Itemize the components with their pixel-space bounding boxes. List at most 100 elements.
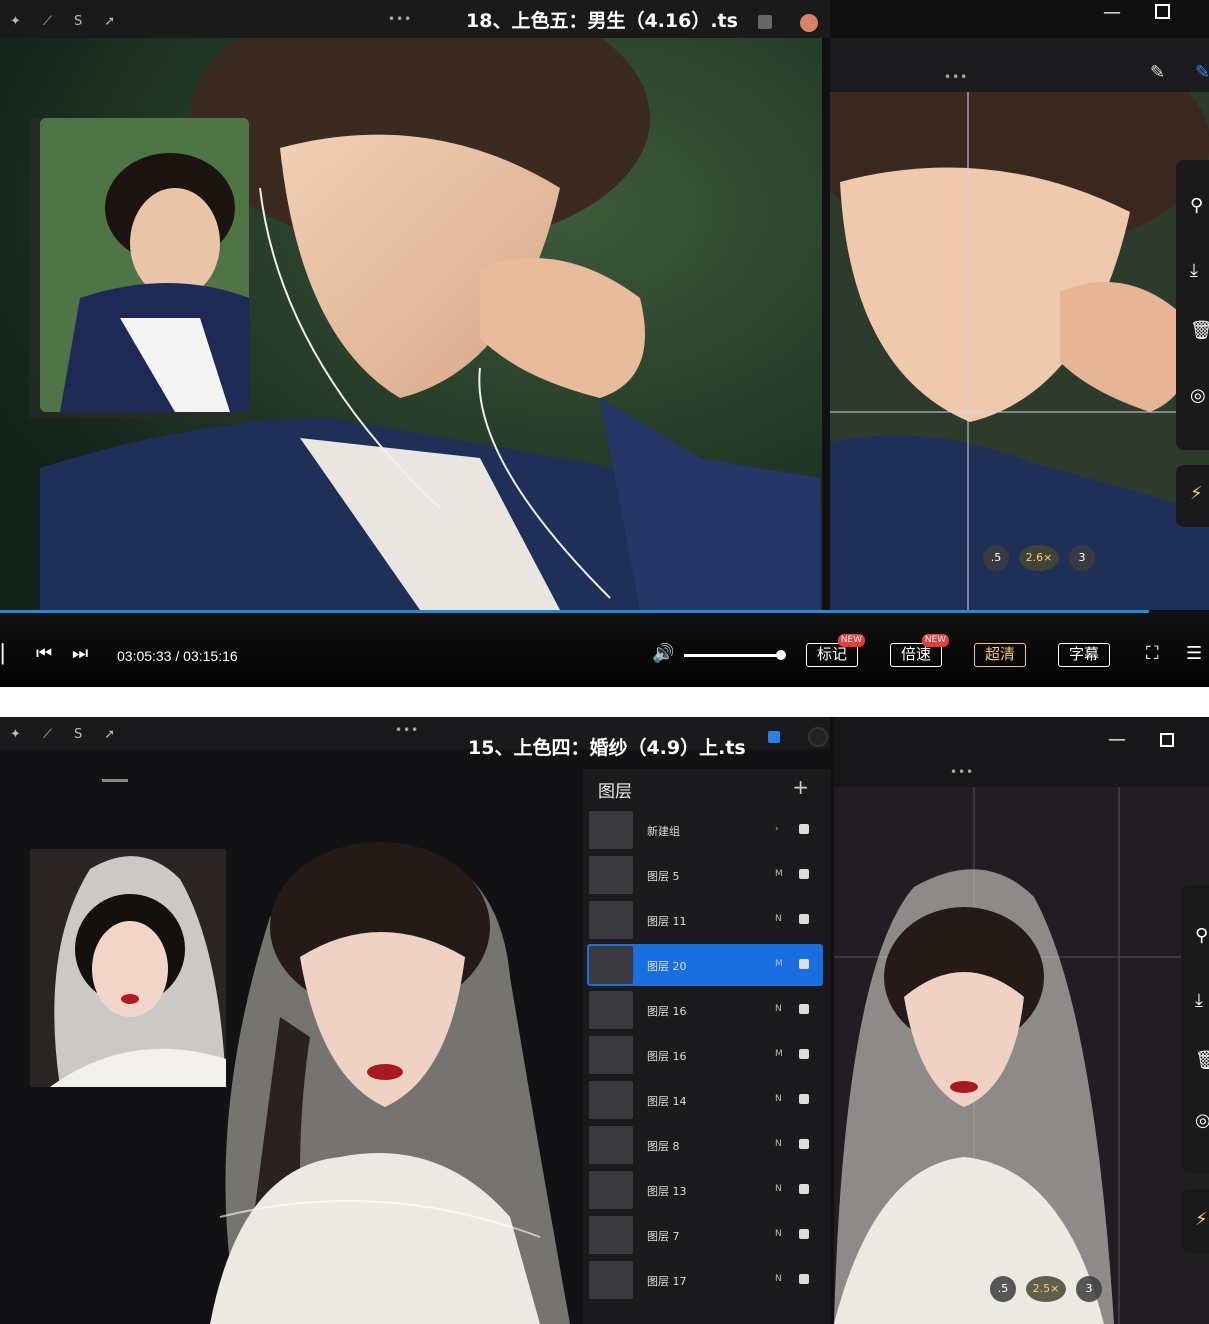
layer-thumbnail[interactable] [589, 856, 633, 894]
layer-row-selected[interactable]: 图层 20 M [587, 944, 823, 986]
canvas-menu-dots[interactable]: ••• [395, 723, 419, 737]
layer-visibility-checkbox[interactable] [799, 1229, 809, 1239]
layer-visibility-checkbox[interactable] [799, 824, 809, 834]
progress-bar[interactable] [0, 610, 1149, 613]
share-icon[interactable]: ⚲ [1195, 925, 1208, 946]
layer-thumbnail[interactable] [589, 1036, 633, 1074]
magic-wand-icon[interactable]: ⟋ [43, 14, 52, 29]
add-layer-button[interactable]: + [792, 775, 809, 799]
layer-blend-mode[interactable]: M [775, 959, 783, 969]
layer-blend-mode[interactable]: N [775, 1184, 782, 1194]
layer-blend-mode[interactable]: N [775, 1094, 782, 1104]
maximize-button[interactable] [1160, 733, 1174, 747]
subtitle-button[interactable]: 字幕 [1058, 643, 1111, 667]
speed-selector[interactable]: .5 2.6× 3 [983, 545, 1095, 571]
layer-thumbnail[interactable] [589, 1216, 633, 1254]
speed-option-selected[interactable]: 2.5× [1026, 1276, 1066, 1302]
layer-row[interactable]: 图层 16 M [587, 1034, 823, 1076]
layer-thumbnail[interactable] [589, 1081, 633, 1119]
color-swatch[interactable] [808, 727, 828, 747]
quality-button[interactable]: 超清 [974, 643, 1027, 667]
layer-row[interactable]: 图层 17 N [587, 1259, 823, 1301]
layer-visibility-checkbox[interactable] [799, 1274, 809, 1284]
layer-visibility-checkbox[interactable] [799, 1184, 809, 1194]
layer-blend-mode[interactable]: N [775, 1004, 782, 1014]
camera-icon[interactable]: ◎ [1190, 385, 1206, 406]
previous-button[interactable]: ⏮ [36, 645, 52, 663]
layer-blend-mode[interactable]: M [775, 1049, 783, 1059]
wrench-icon[interactable]: ✦ [10, 14, 21, 29]
flash-icon[interactable]: ⚡ [1190, 483, 1203, 504]
wrench-icon[interactable]: ✦ [10, 727, 21, 742]
reference-grab-handle[interactable] [102, 779, 128, 782]
layers-icon[interactable] [768, 731, 780, 743]
camera-icon[interactable]: ◎ [1195, 1110, 1209, 1131]
layer-thumbnail[interactable] [589, 1171, 633, 1209]
layer-row[interactable]: 图层 14 N [587, 1079, 823, 1121]
layer-thumbnail[interactable] [589, 946, 633, 984]
play-pause-button[interactable]: ▏ [2, 646, 16, 664]
layer-visibility-checkbox[interactable] [799, 1049, 809, 1059]
volume-slider[interactable] [684, 654, 782, 657]
layer-row[interactable]: 图层 8 N [587, 1124, 823, 1166]
layer-blend-mode[interactable]: › [775, 824, 779, 834]
layer-visibility-checkbox[interactable] [799, 1139, 809, 1149]
layers-icon[interactable] [758, 15, 772, 29]
layer-thumbnail[interactable] [589, 1261, 633, 1299]
playback-speed-button[interactable]: 倍速 NEW [890, 634, 950, 667]
layer-thumbnail[interactable] [589, 1126, 633, 1164]
minimize-button[interactable]: — [1103, 2, 1121, 23]
flash-icon[interactable]: ⚡ [1195, 1209, 1208, 1230]
canvas-menu-dots[interactable]: ••• [388, 12, 412, 26]
transform-icon[interactable]: ➚ [104, 727, 115, 742]
delete-icon[interactable]: 🗑 [1195, 1050, 1209, 1071]
volume-icon[interactable]: 🔊 [652, 645, 674, 663]
share-icon[interactable]: ⚲ [1190, 195, 1203, 216]
layer-row[interactable]: 图层 5 M [587, 854, 823, 896]
video-player-top[interactable]: ••• ✎ ✎ ✦ ⟋ S ➚ ••• 18、上色五：男生（4.16）.ts —… [0, 0, 1209, 687]
speed-option[interactable]: .5 [983, 545, 1009, 571]
speed-option-selected[interactable]: 2.6× [1019, 545, 1059, 571]
selection-icon[interactable]: S [74, 727, 82, 742]
speed-option[interactable]: .5 [990, 1276, 1016, 1302]
layer-visibility-checkbox[interactable] [799, 1094, 809, 1104]
layer-row[interactable]: 图层 16 N [587, 989, 823, 1031]
layer-visibility-checkbox[interactable] [799, 914, 809, 924]
color-swatch[interactable] [800, 14, 818, 32]
layer-blend-mode[interactable]: N [775, 1274, 782, 1284]
transform-icon[interactable]: ➚ [104, 14, 115, 29]
selection-icon[interactable]: S [74, 14, 82, 29]
maximize-button[interactable] [1155, 4, 1170, 19]
speed-option[interactable]: 3 [1076, 1276, 1102, 1302]
speed-selector[interactable]: .5 2.5× 3 [990, 1276, 1102, 1302]
minimize-button[interactable]: — [1108, 729, 1126, 750]
download-icon[interactable]: ⤓ [1195, 990, 1203, 1011]
layer-visibility-checkbox[interactable] [799, 869, 809, 879]
magic-wand-icon[interactable]: ⟋ [43, 727, 52, 742]
layer-thumbnail[interactable] [589, 901, 633, 939]
layer-visibility-checkbox[interactable] [799, 959, 809, 969]
fullscreen-icon[interactable]: ⛶ [1146, 645, 1159, 663]
speed-option[interactable]: 3 [1069, 545, 1095, 571]
download-icon[interactable]: ⤓ [1190, 260, 1198, 281]
layer-blend-mode[interactable]: N [775, 1139, 782, 1149]
layer-row[interactable]: 图层 13 N [587, 1169, 823, 1211]
layer-row[interactable]: 新建组 › [587, 809, 823, 851]
layer-visibility-checkbox[interactable] [799, 1004, 809, 1014]
video-player-bottom[interactable]: ✦ ⟋ S ➚ ••• 15、上色四：婚纱（4.9）上.ts 图层 + 新建组 … [0, 717, 1209, 1324]
settings-icon[interactable]: ☰ [1186, 645, 1202, 663]
layer-blend-mode[interactable]: M [775, 869, 783, 879]
smudge-icon[interactable]: ✎ [1195, 62, 1209, 83]
layer-blend-mode[interactable]: N [775, 914, 782, 924]
mark-button[interactable]: 标记 NEW [806, 634, 866, 667]
volume-knob[interactable] [776, 650, 786, 660]
layer-blend-mode[interactable]: N [775, 1229, 782, 1239]
layer-thumbnail[interactable] [589, 991, 633, 1029]
layer-thumbnail[interactable] [589, 811, 633, 849]
more-dots[interactable]: ••• [950, 765, 974, 779]
layer-row[interactable]: 图层 11 N [587, 899, 823, 941]
layer-row[interactable]: 图层 7 N [587, 1214, 823, 1256]
more-dots[interactable]: ••• [944, 70, 968, 84]
next-button[interactable]: ⏭ [72, 645, 88, 663]
brush-icon[interactable]: ✎ [1150, 62, 1165, 83]
